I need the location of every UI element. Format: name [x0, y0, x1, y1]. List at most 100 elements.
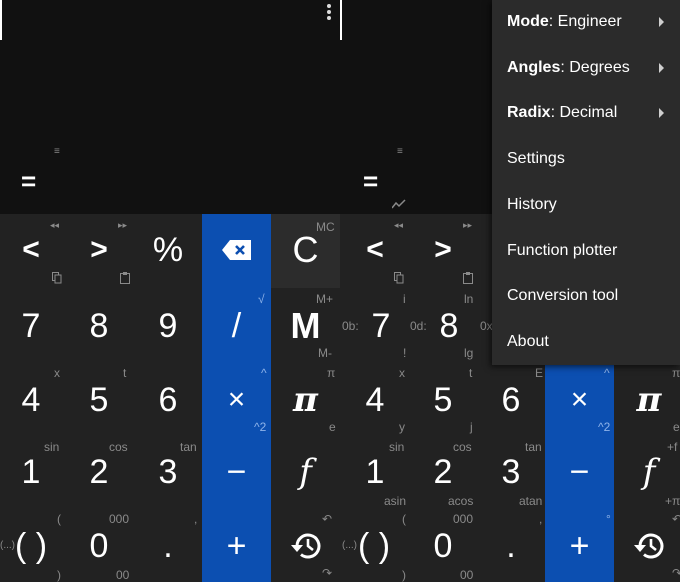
history-key[interactable]: [271, 520, 340, 572]
digit-5-key[interactable]: 5: [68, 374, 130, 426]
digit-7-key[interactable]: 7: [0, 300, 62, 352]
cursor-left-key[interactable]: <: [342, 224, 408, 276]
digit-6-key[interactable]: 6: [136, 374, 200, 426]
submenu-arrow-icon: [659, 17, 664, 27]
digit-5-key[interactable]: 5: [410, 374, 476, 426]
digit-1-key[interactable]: 1: [342, 446, 408, 498]
digit-3-key[interactable]: 3: [478, 446, 544, 498]
submenu-arrow-icon: [659, 108, 664, 118]
digit-2-key[interactable]: 2: [68, 446, 130, 498]
factorial-label: !: [403, 346, 407, 360]
hex-prefix-label: 0x: [480, 319, 493, 333]
decimal-point-key[interactable]: .: [478, 520, 544, 572]
cursor-right-key[interactable]: >: [68, 224, 130, 276]
history-icon: [634, 533, 664, 559]
menu-item-value: : Decimal: [550, 104, 618, 121]
menu-item-key: Angles: [507, 59, 561, 76]
menu-item-history[interactable]: History: [507, 190, 660, 220]
decimal-point-key[interactable]: .: [136, 520, 200, 572]
digit-8-key[interactable]: 8: [422, 300, 476, 352]
var-j-label: j: [470, 420, 473, 434]
menu-item-key: Mode: [507, 13, 549, 30]
add-key[interactable]: +: [545, 520, 614, 572]
cursor-left-key[interactable]: <: [0, 224, 62, 276]
menu-item-function-plotter[interactable]: Function plotter: [507, 236, 660, 266]
parentheses-key[interactable]: ( ): [10, 520, 52, 572]
function-key[interactable]: f: [616, 446, 680, 498]
function-key[interactable]: f: [271, 446, 340, 498]
copy-icon[interactable]: [52, 272, 62, 287]
open-paren-label: (: [402, 512, 406, 526]
history-icon: [290, 533, 320, 559]
redo-icon[interactable]: ↷: [672, 566, 680, 580]
menu-item-about[interactable]: About: [507, 327, 660, 357]
var-y-label: y: [399, 420, 405, 434]
square-label: ^2: [598, 420, 611, 434]
paste-icon[interactable]: [463, 272, 473, 287]
backspace-icon: [221, 240, 251, 260]
menu-item-radix[interactable]: Radix: Decimal: [507, 98, 664, 128]
euler-label: e: [329, 420, 336, 434]
digit-3-key[interactable]: 3: [136, 446, 200, 498]
parentheses-key[interactable]: ( ): [352, 520, 396, 572]
digit-8-key[interactable]: 8: [68, 300, 130, 352]
clear-key[interactable]: C: [271, 224, 340, 276]
digit-0-key[interactable]: 0: [410, 520, 476, 572]
history-key[interactable]: [616, 520, 680, 572]
history-list-icon[interactable]: ≡: [54, 146, 60, 157]
memory-key[interactable]: M: [271, 300, 340, 352]
redo-icon[interactable]: ↷: [322, 566, 332, 580]
menu-item-settings[interactable]: Settings: [507, 144, 660, 174]
history-list-icon[interactable]: ≡: [397, 146, 403, 157]
add-pi-label: +π: [665, 494, 680, 508]
text-cursor: [0, 0, 2, 40]
paste-icon[interactable]: [120, 272, 130, 287]
multiply-key[interactable]: ×: [202, 374, 271, 426]
keypad: ◂◂ < ▸▸ > % MC C 7 8 9 √ / M+ M M- x 4 t…: [0, 214, 342, 582]
display-area[interactable]: ≡ =: [0, 0, 342, 214]
double-zero-label: 00: [116, 568, 130, 582]
double-zero-label: 00: [460, 568, 474, 582]
lg-label: lg: [464, 346, 474, 360]
calculator-pane-left: ≡ = ◂◂ < ▸▸ > % MC C 7 8 9 √ / M+ M M- x…: [0, 0, 342, 582]
graph-icon[interactable]: [391, 198, 406, 212]
digit-6-key[interactable]: 6: [478, 374, 544, 426]
menu-item-value: : Degrees: [560, 59, 630, 76]
menu-item-angles[interactable]: Angles: Degrees: [507, 53, 664, 83]
submenu-arrow-icon: [659, 63, 664, 73]
copy-icon[interactable]: [394, 272, 404, 287]
menu-item-conversion-tool[interactable]: Conversion tool: [507, 281, 660, 311]
multiply-key[interactable]: ×: [545, 374, 614, 426]
digit-7-key[interactable]: 7: [356, 300, 406, 352]
euler-label: e: [673, 420, 680, 434]
close-paren-label: ): [57, 568, 61, 582]
backspace-key[interactable]: [202, 224, 271, 276]
digit-1-key[interactable]: 1: [0, 446, 62, 498]
close-paren-label: ): [402, 568, 406, 582]
digit-0-key[interactable]: 0: [68, 520, 130, 572]
digit-4-key[interactable]: 4: [0, 374, 62, 426]
square-label: ^2: [254, 420, 267, 434]
digit-2-key[interactable]: 2: [410, 446, 476, 498]
acos-label: acos: [448, 494, 474, 508]
overflow-menu-icon[interactable]: [327, 4, 331, 22]
percent-key[interactable]: %: [136, 224, 200, 276]
add-key[interactable]: +: [202, 520, 271, 572]
divide-key[interactable]: /: [202, 300, 271, 352]
subtract-key[interactable]: −: [202, 446, 271, 498]
equals-sign: =: [363, 166, 379, 196]
digit-4-key[interactable]: 4: [342, 374, 408, 426]
equals-sign: =: [21, 166, 37, 196]
memory-subtract-label: M-: [318, 346, 332, 360]
menu-item-mode[interactable]: Mode: Engineer: [507, 7, 664, 37]
atan-label: atan: [519, 494, 543, 508]
pi-key[interactable]: π: [271, 374, 340, 426]
menu-item-value: : Engineer: [548, 13, 622, 30]
cursor-right-key[interactable]: >: [410, 224, 476, 276]
menu-item-key: Radix: [507, 104, 551, 121]
overflow-menu: Mode: Engineer Angles: Degrees Radix: De…: [492, 0, 680, 365]
open-paren-label: (: [57, 512, 61, 526]
pi-key[interactable]: π: [616, 374, 680, 426]
subtract-key[interactable]: −: [545, 446, 614, 498]
digit-9-key[interactable]: 9: [136, 300, 200, 352]
